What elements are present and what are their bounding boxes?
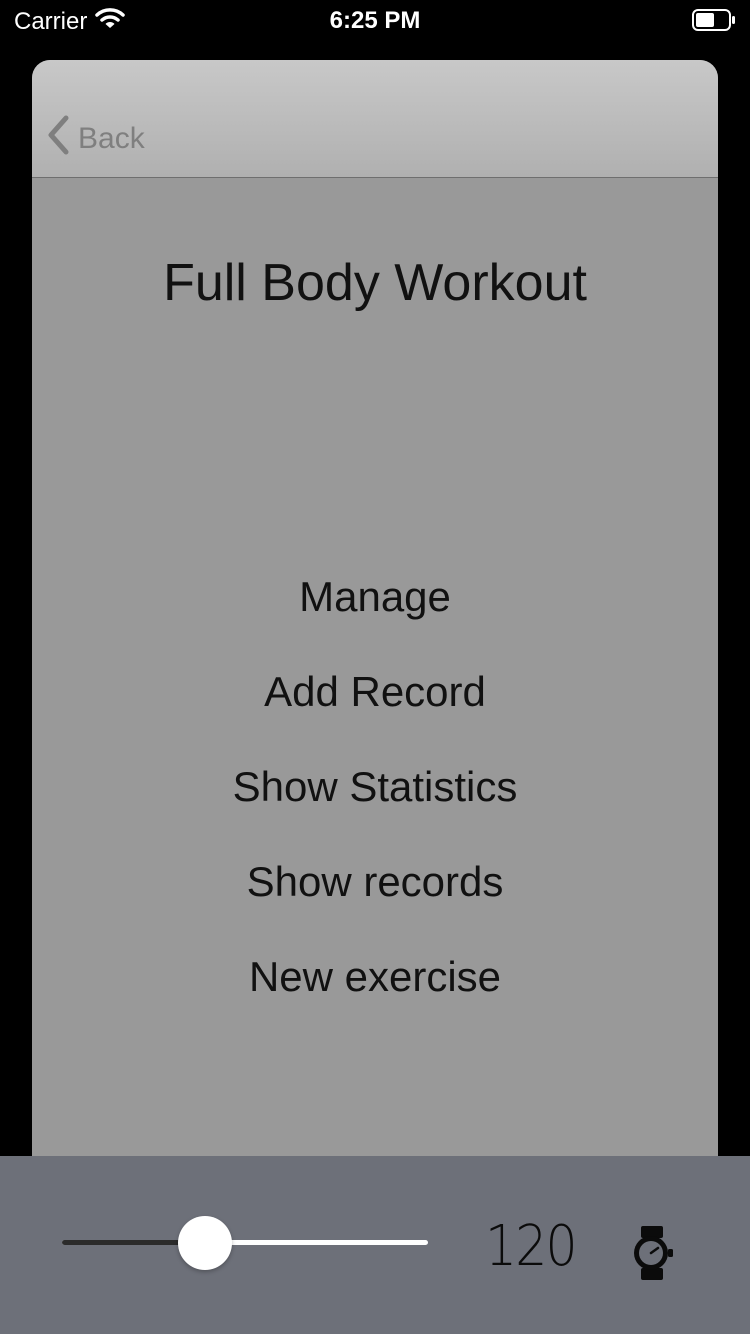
show-statistics-button[interactable]: Show Statistics — [32, 755, 718, 850]
timer-value: 120 — [485, 1214, 578, 1279]
timer-bar: 120 — [0, 1156, 750, 1334]
timer-slider[interactable] — [62, 1216, 428, 1270]
clock: 6:25 PM — [329, 7, 421, 34]
back-label: Back — [78, 122, 145, 155]
workout-menu: Manage Add Record Show Statistics Show r… — [32, 565, 718, 1040]
add-record-button[interactable]: Add Record — [32, 660, 718, 755]
back-button[interactable]: Back — [46, 115, 145, 163]
show-records-button[interactable]: Show records — [32, 850, 718, 945]
new-exercise-button[interactable]: New exercise — [32, 945, 718, 1040]
stopwatch-icon[interactable] — [630, 1224, 674, 1282]
page-title: Full Body Workout — [163, 254, 587, 312]
slider-thumb[interactable] — [177, 1216, 232, 1270]
status-bar: Carrier 6:25 PM — [0, 0, 750, 40]
navigation-bar: Back — [32, 60, 718, 178]
workout-card: Back Full Body Workout Manage Add Record… — [32, 60, 718, 1180]
manage-button[interactable]: Manage — [32, 565, 718, 660]
battery-icon — [692, 9, 736, 31]
chevron-left-icon — [46, 115, 78, 163]
